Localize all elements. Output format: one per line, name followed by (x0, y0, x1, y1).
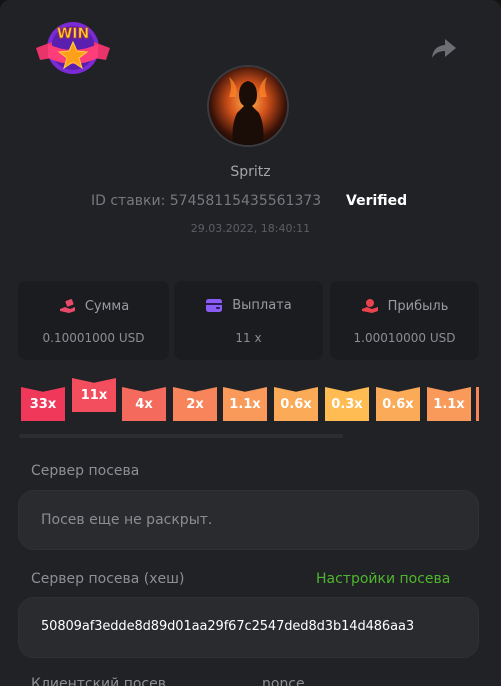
multiplier-cell[interactable]: 33x (21, 387, 65, 421)
wallet-icon (206, 299, 223, 312)
server-seed-hash-label: Сервер посева (хеш) (31, 571, 185, 587)
multiplier-label: 1.1x (229, 396, 261, 412)
multiplier-label: 1.1x (433, 396, 465, 412)
stat-amount: Сумма 0.10001000 USD (18, 281, 169, 360)
multiplier-cell[interactable]: 2x (173, 387, 217, 421)
multiplier-cell[interactable]: 0.6x (376, 387, 420, 421)
server-seed-hash-field[interactable]: 50809af3edde8d89d01aa29f67c2547ded8d3b14… (18, 597, 479, 658)
verified-badge: Verified (346, 193, 408, 209)
share-arrow-icon (432, 39, 456, 58)
money-hand-icon (59, 299, 75, 313)
server-seed-field: Посев еще не раскрыт. (18, 490, 479, 550)
multiplier-label: 2x (186, 396, 204, 412)
server-seed-hash-value: 50809af3edde8d89d01aa29f67c2547ded8d3b14… (41, 619, 415, 634)
multiplier-label: 4x (135, 396, 153, 412)
username: Spritz (230, 164, 271, 180)
multiplier-cell[interactable]: 0.6x (274, 387, 318, 421)
multiplier-label: 0.6x (382, 396, 414, 412)
seed-settings-link[interactable]: Настройки посева (316, 571, 450, 587)
stat-payout: Выплата 11 x (174, 281, 323, 360)
stat-profit: Прибыль 1.00010000 USD (330, 281, 479, 360)
multiplier-cell[interactable]: 1.1x (223, 387, 267, 421)
client-seed-label: Клиентский посев (31, 676, 166, 686)
bet-id: ID ставки: 57458115435561373 (91, 193, 322, 209)
multiplier-cell[interactable]: 4x (122, 387, 166, 421)
multiplier-cell-partial (476, 387, 479, 421)
stat-payout-label: Выплата (232, 298, 292, 313)
multiplier-row: 33x 11x 4x 2x 1.1x 0.6x 0.3x 0.6x 1.1x (21, 378, 479, 428)
stat-amount-value: 0.10001000 USD (42, 331, 145, 345)
multiplier-label: 11x (80, 387, 108, 403)
multiplier-cell-active[interactable]: 11x (72, 378, 116, 412)
multiplier-label: 0.3x (331, 396, 363, 412)
svg-text:WIN: WIN (57, 26, 89, 42)
multiplier-cell[interactable]: 1.1x (427, 387, 471, 421)
nonce-label: nonce (262, 676, 305, 686)
multiplier-label: 33x (29, 396, 57, 412)
stat-profit-label: Прибыль (387, 298, 449, 314)
server-seed-label: Сервер посева (31, 463, 140, 479)
stat-payout-value: 11 x (235, 331, 262, 345)
win-logo: WIN (34, 18, 112, 78)
server-seed-value: Посев еще не раскрыт. (41, 512, 213, 528)
multiplier-label: 0.6x (280, 396, 312, 412)
stat-amount-label: Сумма (84, 298, 130, 314)
bet-date: 29.03.2022, 18:40:11 (190, 222, 311, 235)
bet-details-panel: WIN Spritz ID ставки: 57458115435561373 … (0, 0, 501, 686)
share-button[interactable] (430, 37, 458, 61)
stat-profit-value: 1.00010000 USD (353, 331, 456, 345)
avatar (207, 65, 289, 147)
multiplier-cell[interactable]: 0.3x (325, 387, 369, 421)
profit-hand-icon (361, 299, 378, 313)
multiplier-scrollbar[interactable] (19, 434, 343, 438)
